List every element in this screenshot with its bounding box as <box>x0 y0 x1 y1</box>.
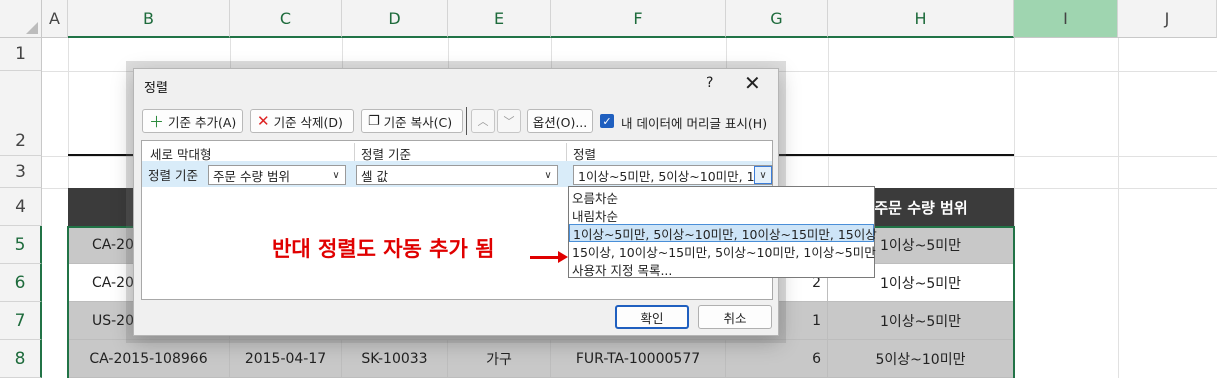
toolbar-separator <box>466 107 467 135</box>
column-label: H <box>914 8 927 28</box>
row-label: 6 <box>14 272 26 293</box>
column-label: E <box>493 8 505 28</box>
options-label: 옵션(O)... <box>532 114 588 130</box>
copy-level-label: 기준 복사(C) <box>383 114 453 130</box>
dropdown-option[interactable]: 사용자 지정 목록... <box>569 260 874 278</box>
row-header-7[interactable]: 7 <box>0 302 42 340</box>
table-cell[interactable]: 6 <box>726 340 828 378</box>
column-label: I <box>1063 9 1068 28</box>
chevron-up-icon: ︿ <box>477 115 489 128</box>
order-value: 1이상~5미만, 5이상~10미만, 10이 <box>578 168 773 184</box>
header-checkbox[interactable]: ✓ <box>600 114 614 128</box>
order-select[interactable]: 1이상~5미만, 5이상~10미만, 10이 ∨ <box>573 165 773 185</box>
row-header-3[interactable]: 3 <box>0 156 42 188</box>
column-header-c[interactable]: C <box>230 0 342 38</box>
chevron-down-icon: ﹀ <box>503 115 515 128</box>
column-label: J <box>1164 9 1170 28</box>
gridline <box>1014 38 1015 378</box>
dropdown-option[interactable]: 오름차순 <box>569 188 874 206</box>
cancel-button[interactable]: 취소 <box>698 305 772 329</box>
dropdown-option[interactable]: 내림차순 <box>569 206 874 224</box>
column-header-h[interactable]: H <box>828 0 1014 38</box>
options-button[interactable]: 옵션(O)... <box>527 109 593 133</box>
dialog-title: 정렬 <box>144 81 168 96</box>
row-label: 8 <box>14 348 26 369</box>
sort-column-value: 주문 수량 범위 <box>213 168 290 184</box>
table-cell[interactable]: FUR-TA-10000577 <box>551 340 726 378</box>
column-label: G <box>770 8 783 28</box>
annotation-arrow-icon <box>530 251 568 263</box>
cancel-label: 취소 <box>723 310 747 326</box>
checkmark-icon: ✓ <box>602 114 612 128</box>
header-checkbox-label[interactable]: 내 데이터에 머리글 표시(H) <box>621 113 767 132</box>
column-header-f[interactable]: F <box>551 0 726 38</box>
sort-on-value: 셀 값 <box>361 168 388 184</box>
copy-icon: ❐ <box>368 113 380 129</box>
table-cell[interactable]: 가구 <box>448 340 551 378</box>
column-header-a[interactable]: A <box>42 0 68 38</box>
add-level-button[interactable]: ＋ 기준 추가(A) <box>142 109 243 133</box>
column-header-g[interactable]: G <box>726 0 828 38</box>
delete-level-button[interactable]: ✕ 기준 삭제(D) <box>250 109 354 133</box>
move-up-button[interactable]: ︿ <box>471 109 495 133</box>
chevron-down-icon[interactable]: ∨ <box>539 166 557 184</box>
header-separator <box>566 143 567 161</box>
column-header-b[interactable]: B <box>68 0 230 38</box>
excel-window: { "columns": ["A","B","C","D","E","F","G… <box>0 0 1217 378</box>
row-header-6[interactable]: 6 <box>0 264 42 302</box>
move-down-button[interactable]: ﹀ <box>497 109 521 133</box>
table-cell[interactable]: SK-10033 <box>342 340 448 378</box>
row-label: 4 <box>15 196 26 217</box>
row-header-1[interactable]: 1 <box>0 38 42 71</box>
row-header-4[interactable]: 4 <box>0 188 42 226</box>
row-label: 2 <box>15 131 26 151</box>
table-cell[interactable]: 1이상~5미만 <box>828 302 1014 340</box>
row-label: 7 <box>14 310 26 331</box>
sort-column-select[interactable]: 주문 수량 범위 ∨ <box>208 165 346 185</box>
help-button[interactable]: ? <box>706 75 713 91</box>
column-header-e[interactable]: E <box>448 0 551 38</box>
header-separator <box>354 143 355 161</box>
row-label: 3 <box>15 161 26 182</box>
table-cell[interactable]: 2015-04-17 <box>230 340 342 378</box>
chevron-down-icon[interactable]: ∨ <box>754 166 772 184</box>
column-label: B <box>143 8 154 28</box>
annotation-text: 반대 정렬도 자동 추가 됨 <box>272 237 495 261</box>
row-header-2[interactable]: 2 <box>0 71 42 156</box>
column-header-i[interactable]: I <box>1014 0 1118 38</box>
row-header-8[interactable]: 8 <box>0 340 42 378</box>
order-dropdown-list: 오름차순 내림차순 1이상~5미만, 5이상~10미만, 10이상~15미만, … <box>568 186 877 278</box>
column-label: A <box>49 9 60 28</box>
column-label: F <box>633 8 643 28</box>
gridline <box>1118 38 1119 378</box>
sort-on-select[interactable]: 셀 값 ∨ <box>356 165 558 185</box>
ok-label: 확인 <box>640 310 664 326</box>
dropdown-option-highlighted[interactable]: 1이상~5미만, 5이상~10미만, 10이상~15미만, 15이상 <box>569 224 877 242</box>
delete-level-label: 기준 삭제(D) <box>273 114 343 130</box>
row-header-5[interactable]: 5 <box>0 226 42 264</box>
table-cell[interactable]: 5이상~10미만 <box>828 340 1014 378</box>
ok-button[interactable]: 확인 <box>615 305 689 329</box>
copy-level-button[interactable]: ❐ 기준 복사(C) <box>361 109 463 133</box>
close-button[interactable]: ✕ <box>744 71 761 95</box>
column-label: C <box>279 8 292 28</box>
plus-icon: ＋ <box>149 112 165 131</box>
column-header-j[interactable]: J <box>1118 0 1217 38</box>
row-label: 5 <box>14 234 26 255</box>
add-level-label: 기준 추가(A) <box>168 114 237 130</box>
row-label: 1 <box>15 44 26 64</box>
sort-level-label: 정렬 기준 <box>148 168 198 183</box>
column-label: D <box>388 8 401 28</box>
column-header-d[interactable]: D <box>342 0 448 38</box>
dropdown-option[interactable]: 15이상, 10이상~15미만, 5이상~10미만, 1이상~5미만 <box>569 242 876 260</box>
select-all-corner[interactable] <box>0 0 42 38</box>
table-cell[interactable]: CA-2015-108966 <box>68 340 230 378</box>
chevron-down-icon[interactable]: ∨ <box>327 166 345 184</box>
x-icon: ✕ <box>257 112 270 130</box>
